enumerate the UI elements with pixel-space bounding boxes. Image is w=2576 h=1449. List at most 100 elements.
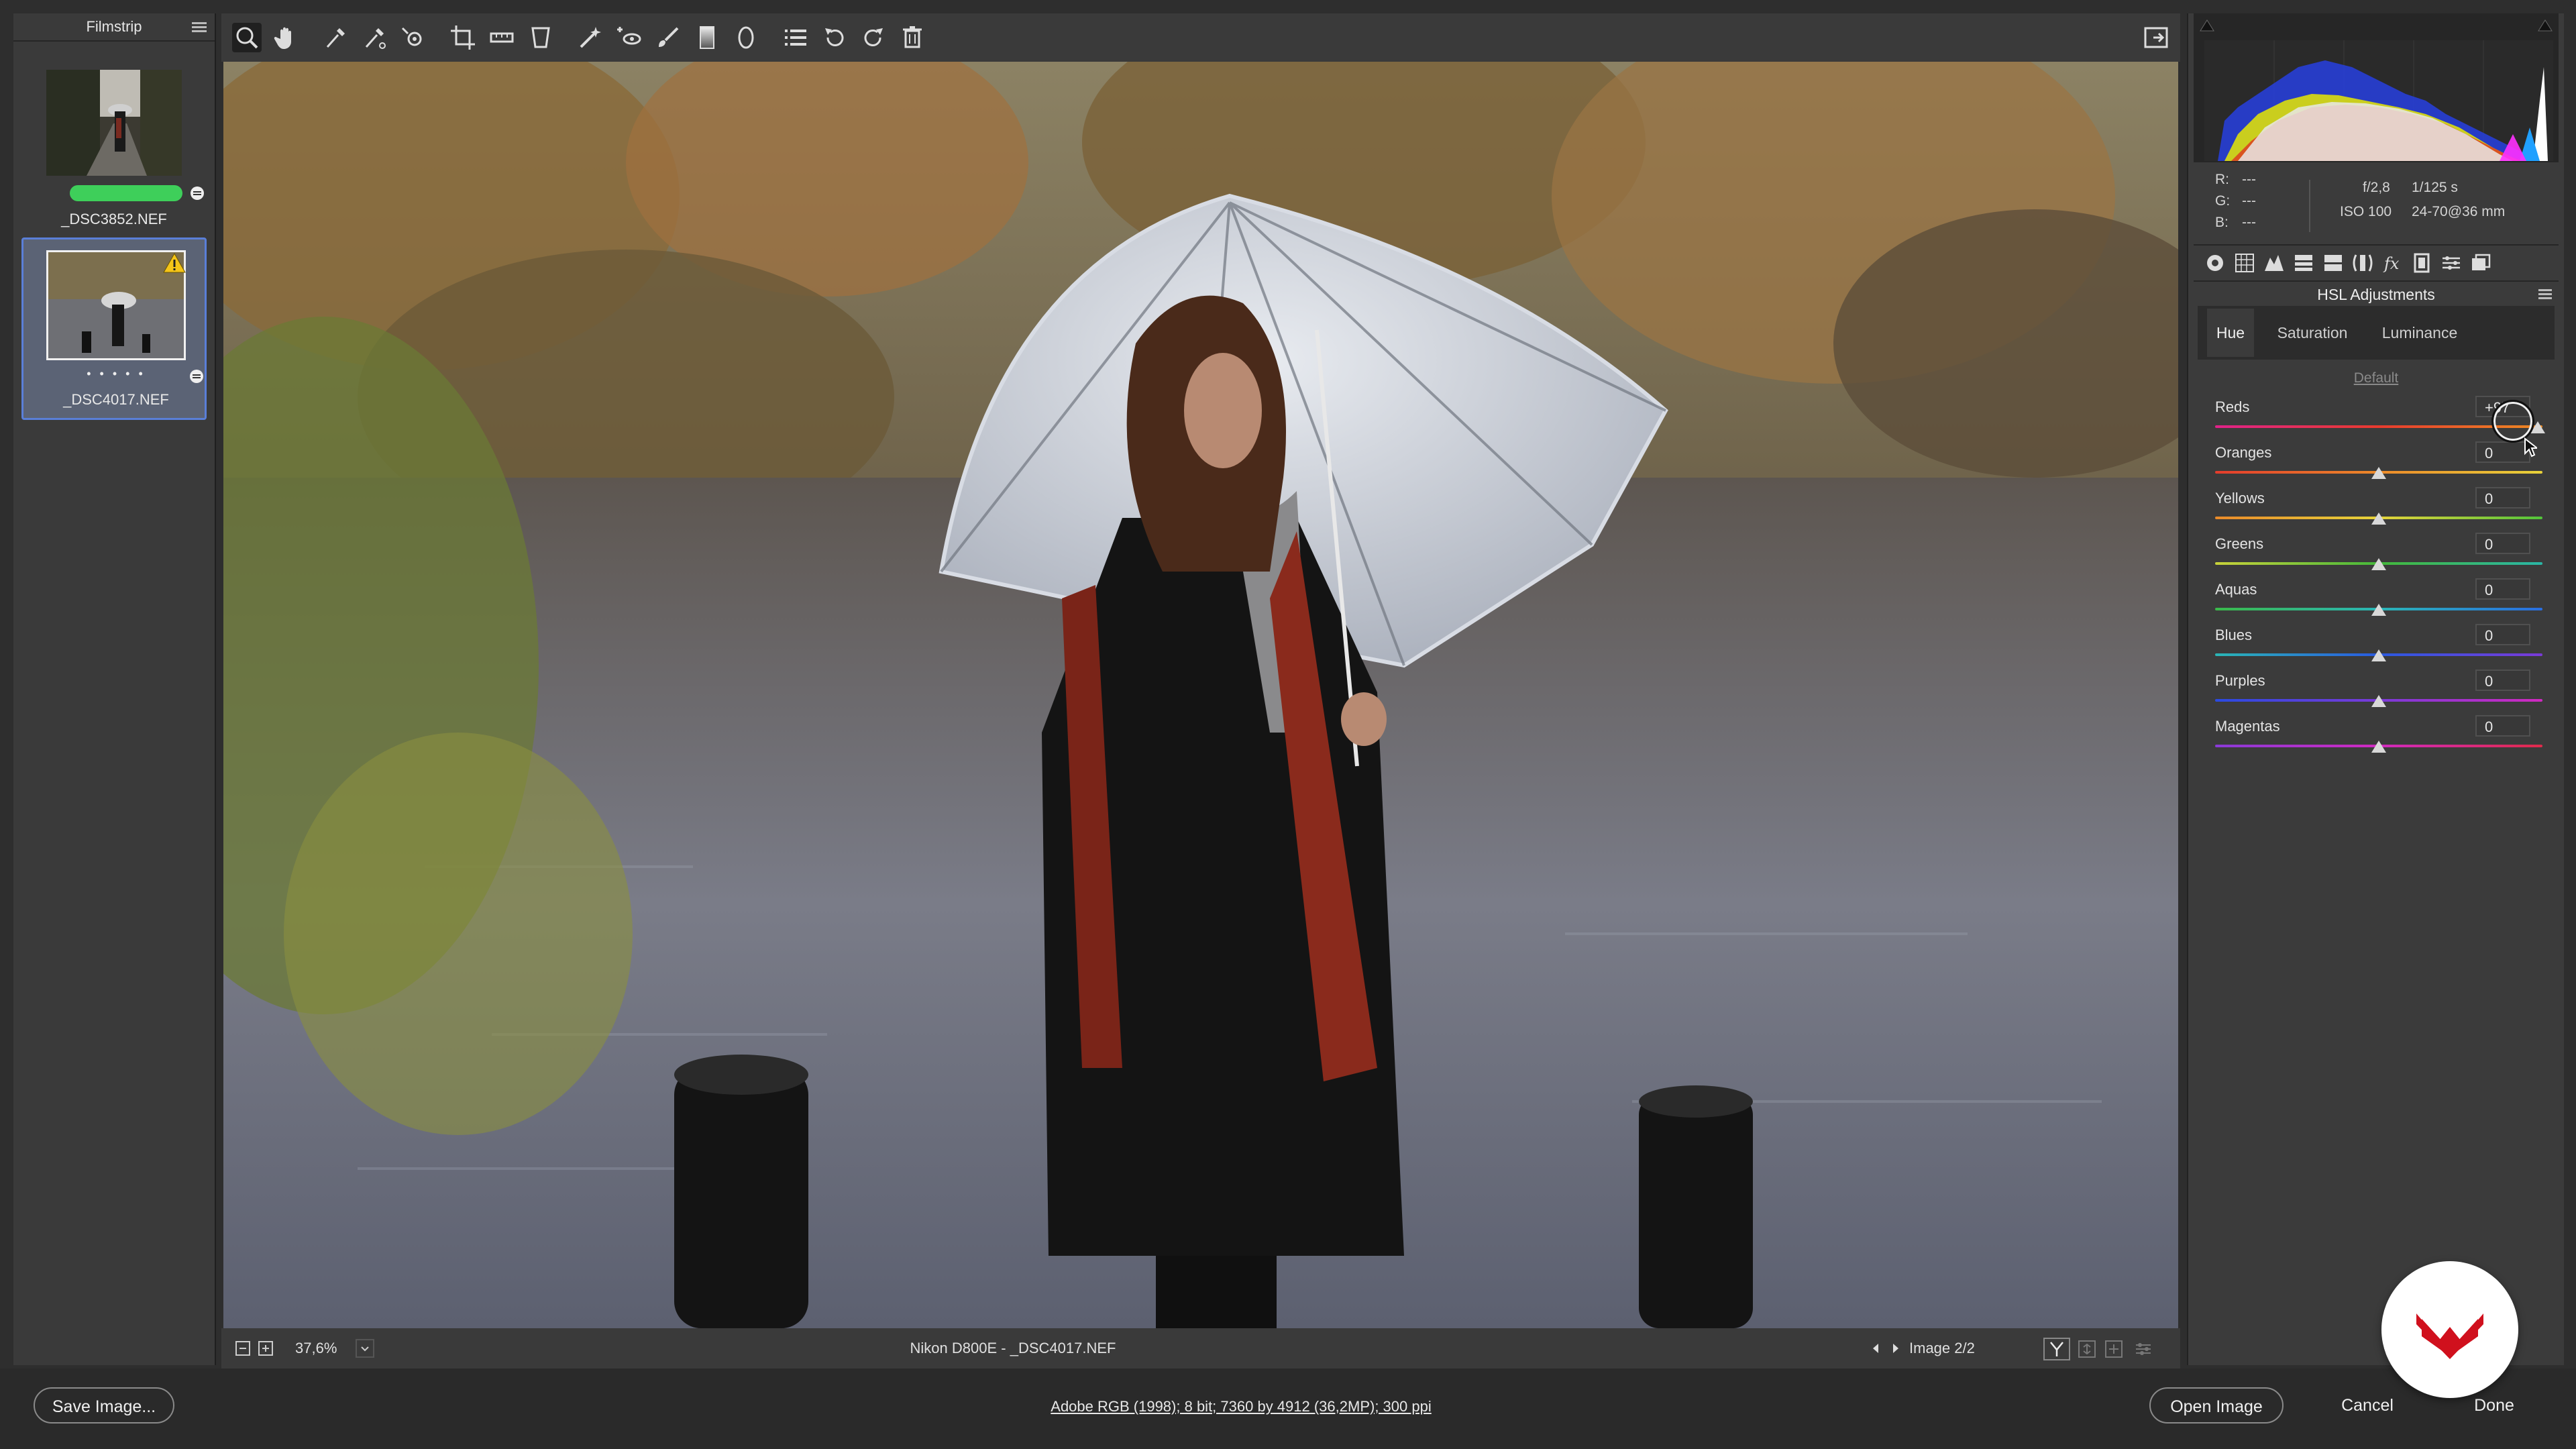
- brand-logo: [2381, 1261, 2518, 1398]
- filmstrip-menu-icon[interactable]: [191, 20, 208, 34]
- before-after-toggle-icon[interactable]: [2043, 1338, 2070, 1360]
- hand-icon[interactable]: [271, 23, 301, 52]
- slider-value-yellows[interactable]: 0: [2475, 487, 2530, 508]
- slider-value-greens[interactable]: 0: [2475, 533, 2530, 554]
- filmstrip-title: Filmstrip: [13, 13, 215, 42]
- rating-bar: [70, 185, 182, 201]
- targeted-adjustment-icon[interactable]: [398, 23, 428, 52]
- adjustment-brush-icon[interactable]: [653, 23, 683, 52]
- next-image-icon[interactable]: [1888, 1340, 1904, 1356]
- iso: ISO 100: [2340, 204, 2392, 219]
- slider-value-aquas[interactable]: 0: [2475, 578, 2530, 600]
- tab-saturation[interactable]: Saturation: [2262, 309, 2363, 357]
- spot-removal-icon[interactable]: [576, 23, 605, 52]
- copy-settings-icon[interactable]: [2104, 1339, 2124, 1359]
- svg-text:fx: fx: [2383, 254, 2400, 273]
- shadow-clipping-warning-icon[interactable]: [2198, 16, 2216, 35]
- previous-image-icon[interactable]: [1868, 1340, 1884, 1356]
- thumbnail-image: [46, 70, 182, 176]
- zoom-level: 37,6%: [295, 1340, 337, 1356]
- slider-label-blues: Blues: [2215, 627, 2253, 643]
- straighten-icon[interactable]: [487, 23, 517, 52]
- slider-thumb-aquas[interactable]: [2371, 604, 2386, 616]
- presets-panel-icon[interactable]: [2440, 252, 2462, 274]
- sync-icon: [189, 185, 205, 201]
- slider-label-magentas: Magentas: [2215, 718, 2280, 735]
- slider-label-aquas: Aquas: [2215, 581, 2257, 598]
- panel-title: HSL Adjustments: [2317, 286, 2435, 303]
- slider-thumb-oranges[interactable]: [2371, 467, 2386, 479]
- crop-icon[interactable]: [448, 23, 478, 52]
- presets-icon[interactable]: [781, 23, 810, 52]
- swap-settings-icon[interactable]: [2077, 1339, 2097, 1359]
- red-eye-icon[interactable]: [614, 23, 644, 52]
- sync-icon: [189, 368, 205, 384]
- slider-thumb-magentas[interactable]: [2371, 741, 2386, 753]
- transform-icon[interactable]: [526, 23, 555, 52]
- rotate-left-icon[interactable]: [820, 23, 849, 52]
- slider-value-purples[interactable]: 0: [2475, 669, 2530, 691]
- slider-value-magentas[interactable]: 0: [2475, 715, 2530, 737]
- filmstrip-panel: Filmstrip _DSC3852.NEF • • • • • _DSC401…: [13, 13, 216, 1365]
- mouse-cursor-icon: [2524, 437, 2539, 458]
- workflow-options-link[interactable]: Adobe RGB (1998); 8 bit; 7360 by 4912 (3…: [805, 1398, 1677, 1415]
- slider-thumb-purples[interactable]: [2371, 695, 2386, 707]
- preview-preferences-icon[interactable]: [2133, 1339, 2153, 1359]
- warning-icon: [163, 252, 186, 273]
- shutter-speed: 1/125 s: [2412, 180, 2458, 195]
- zoom-in-icon[interactable]: [258, 1340, 274, 1356]
- hsl-icon[interactable]: [2293, 252, 2314, 274]
- snapshots-icon[interactable]: [2470, 252, 2491, 274]
- tab-hue[interactable]: Hue: [2207, 309, 2254, 357]
- white-balance-icon[interactable]: [321, 23, 350, 52]
- panel-menu-icon[interactable]: [2537, 287, 2555, 302]
- tone-curve-icon[interactable]: [2234, 252, 2255, 274]
- highlight-clipping-warning-icon[interactable]: [2536, 16, 2555, 35]
- camera-calibration-icon[interactable]: [2411, 252, 2432, 274]
- zoom-icon[interactable]: [232, 23, 262, 52]
- thumbnail-filename: _DSC3852.NEF: [61, 211, 167, 227]
- footer-bar: Save Image... Adobe RGB (1998); 8 bit; 7…: [0, 1368, 2576, 1449]
- panel-icon-bar: fx: [2198, 250, 2546, 276]
- trash-icon[interactable]: [898, 23, 927, 52]
- detail-icon[interactable]: [2263, 252, 2285, 274]
- slider-value-blues[interactable]: 0: [2475, 624, 2530, 645]
- image-counter: Image 2/2: [1909, 1340, 1975, 1356]
- lens-corrections-icon[interactable]: [2352, 252, 2373, 274]
- file-info: Nikon D800E - _DSC4017.NEF: [910, 1340, 1116, 1356]
- g-value: ---: [2242, 193, 2256, 209]
- slider-thumb-blues[interactable]: [2371, 649, 2386, 661]
- g-label: G:: [2215, 193, 2231, 209]
- filmstrip-item-selected[interactable]: • • • • • _DSC4017.NEF: [21, 237, 207, 420]
- color-sampler-icon[interactable]: [360, 23, 389, 52]
- zoom-dropdown[interactable]: [356, 1339, 374, 1358]
- slider-thumb-yellows[interactable]: [2371, 513, 2386, 525]
- save-image-button[interactable]: Save Image...: [34, 1387, 174, 1424]
- r-value: ---: [2242, 172, 2256, 187]
- open-image-button[interactable]: Open Image: [2149, 1387, 2284, 1424]
- filmstrip-item[interactable]: _DSC3852.NEF: [21, 54, 207, 235]
- rotate-right-icon[interactable]: [859, 23, 888, 52]
- thumbnail-filename: _DSC4017.NEF: [63, 391, 169, 408]
- toolbar: [221, 13, 2180, 62]
- basic-panel-icon[interactable]: [2204, 252, 2226, 274]
- adjustment-panel: R: --- G: --- B: --- f/2,8 1/125 s ISO 1…: [2187, 13, 2564, 1365]
- image-preview[interactable]: [223, 62, 2178, 1328]
- info-divider: [2309, 180, 2316, 232]
- default-button[interactable]: Default: [2188, 370, 2564, 386]
- split-toning-icon[interactable]: [2322, 252, 2344, 274]
- effects-icon[interactable]: fx: [2381, 252, 2403, 274]
- star-rating[interactable]: • • • • •: [46, 367, 186, 380]
- slider-label-oranges: Oranges: [2215, 444, 2272, 461]
- slider-thumb-greens[interactable]: [2371, 558, 2386, 570]
- b-value: ---: [2242, 215, 2256, 230]
- radial-filter-icon[interactable]: [731, 23, 761, 52]
- slider-label-reds: Reds: [2215, 398, 2250, 415]
- cursor-highlight: [2491, 400, 2534, 443]
- slider-value-oranges[interactable]: 0: [2475, 441, 2530, 463]
- graduated-filter-icon[interactable]: [692, 23, 722, 52]
- zoom-out-icon[interactable]: [235, 1340, 251, 1356]
- tab-luminance[interactable]: Luminance: [2369, 309, 2470, 357]
- fullscreen-icon[interactable]: [2141, 23, 2171, 52]
- divider: [2194, 244, 2559, 246]
